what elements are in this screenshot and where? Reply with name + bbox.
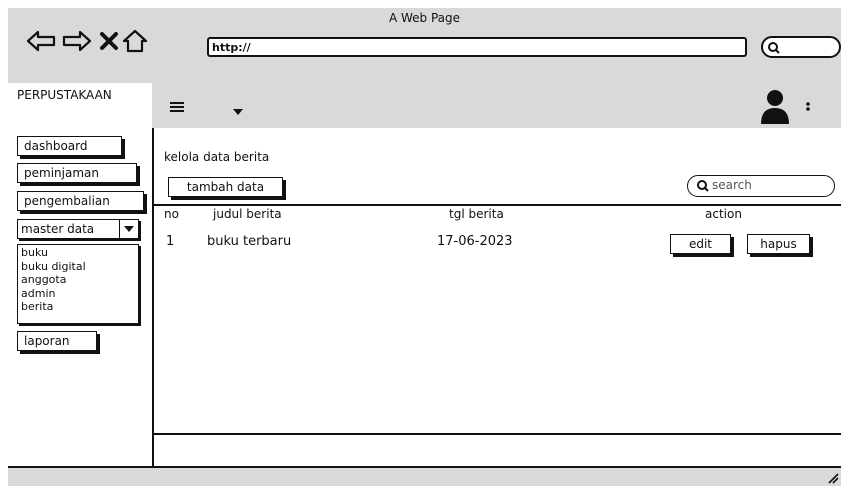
menu-item-berita[interactable]: berita (21, 300, 135, 314)
menu-item-admin[interactable]: admin (21, 287, 135, 301)
more-vertical-icon (806, 102, 810, 111)
search-input[interactable]: search (687, 175, 835, 197)
cell-no: 1 (166, 234, 175, 249)
url-field[interactable]: http:// (207, 37, 747, 57)
forward-arrow-icon (62, 30, 92, 52)
search-icon (697, 180, 709, 192)
forward-button[interactable] (62, 28, 92, 54)
column-header-action: action (705, 207, 742, 221)
master-data-label: master data (21, 222, 95, 236)
home-icon (122, 29, 148, 53)
user-avatar-icon (761, 90, 789, 124)
sidebar-item-laporan[interactable]: laporan (17, 331, 97, 351)
home-button[interactable] (120, 28, 150, 54)
page-title: kelola data berita (164, 150, 270, 164)
menu-button[interactable] (169, 99, 185, 113)
master-data-menu: buku buku digital anggota admin berita (17, 244, 139, 324)
header-dropdown[interactable] (232, 102, 244, 115)
sidebar-item-pengembalian[interactable]: pengembalian (17, 191, 144, 211)
back-arrow-icon (26, 30, 56, 52)
back-button[interactable] (26, 28, 56, 54)
add-data-button[interactable]: tambah data (168, 177, 283, 197)
menu-item-buku[interactable]: buku (21, 246, 135, 260)
window-title: A Web Page (388, 11, 461, 25)
browser-toolbar: A Web Page http:// (8, 8, 841, 85)
close-icon (100, 32, 118, 50)
menu-item-anggota[interactable]: anggota (21, 273, 135, 287)
delete-button[interactable]: hapus (747, 234, 810, 254)
edit-button[interactable]: edit (670, 234, 731, 254)
chevron-down-icon (124, 226, 134, 232)
dropdown-toggle[interactable] (119, 219, 139, 239)
app-brand: PERPUSTAKAAN (17, 88, 112, 102)
table-bottom-border (152, 433, 841, 435)
sidebar: PERPUSTAKAAN dashboard peminjaman pengem… (8, 83, 154, 468)
column-header-tgl: tgl berita (449, 207, 504, 221)
column-header-judul: judul berita (213, 207, 282, 221)
caret-down-icon (233, 109, 243, 115)
user-menu[interactable] (760, 83, 830, 128)
resize-grip-icon[interactable] (825, 470, 839, 484)
sidebar-item-dashboard[interactable]: dashboard (17, 136, 122, 156)
menu-item-buku-digital[interactable]: buku digital (21, 260, 135, 274)
hamburger-icon (170, 102, 184, 112)
app-header (152, 83, 841, 128)
cell-tgl: 17-06-2023 (437, 234, 513, 249)
status-bar (8, 466, 841, 486)
column-header-no: no (164, 207, 179, 221)
master-data-dropdown[interactable]: master data (17, 219, 139, 239)
sidebar-item-peminjaman[interactable]: peminjaman (17, 163, 137, 183)
search-icon (768, 42, 780, 54)
cell-judul: buku terbaru (207, 234, 292, 249)
table-top-border (152, 204, 841, 206)
browser-search-field[interactable] (761, 36, 841, 58)
